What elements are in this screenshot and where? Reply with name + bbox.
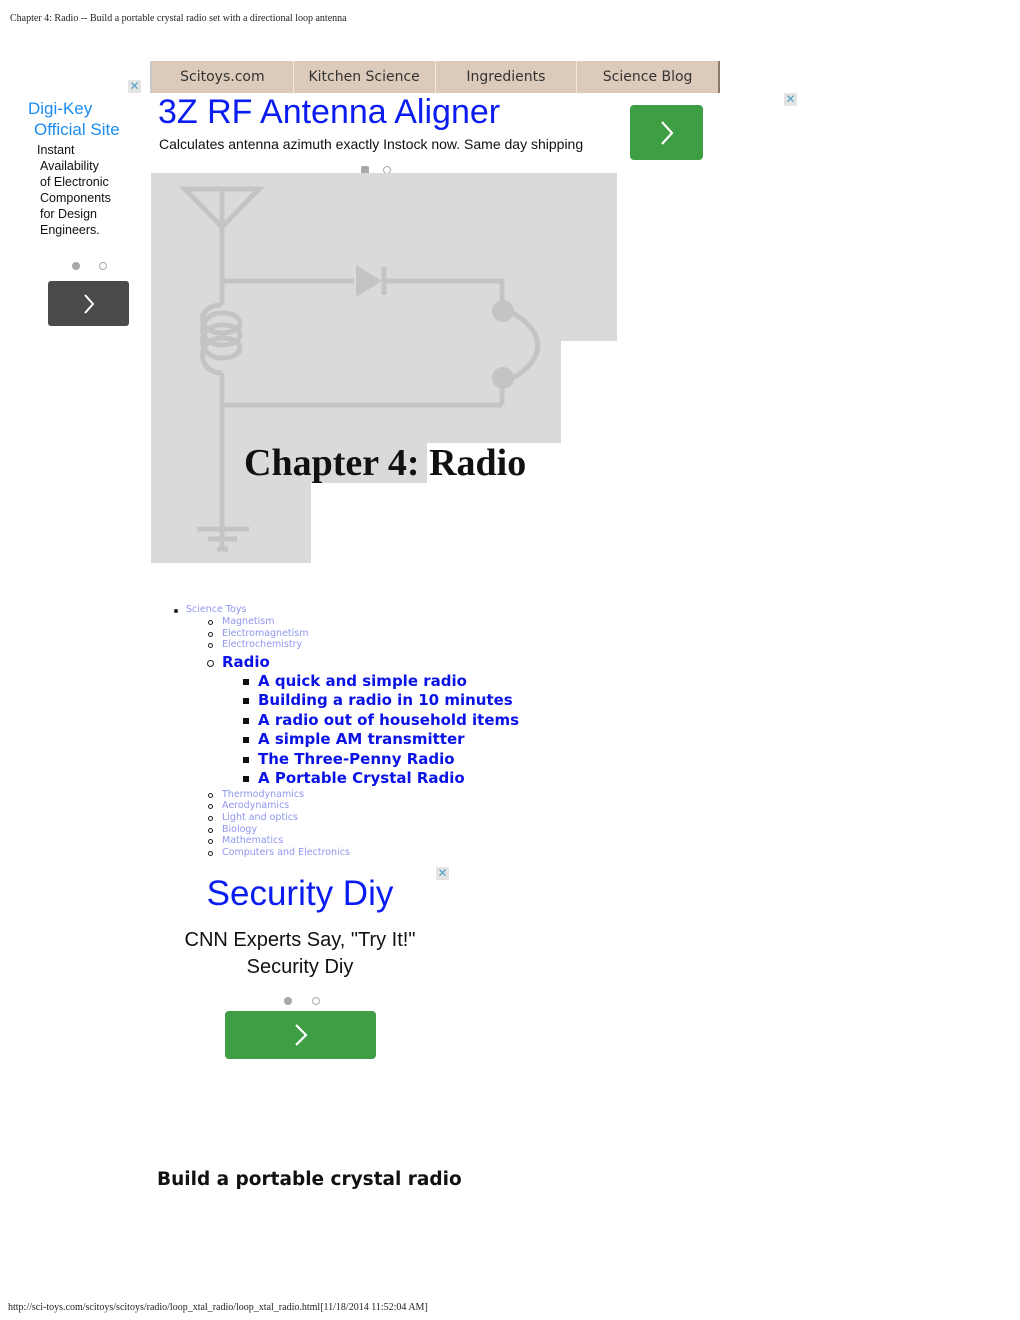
nav-link-am-transmitter[interactable]: A simple AM transmitter — [258, 730, 465, 748]
left-ad-body-line: of Electronic — [40, 175, 109, 189]
left-ad-body: Instant Availability of Electronic Compo… — [28, 142, 146, 238]
nav-tree-item: Thermodynamics — [206, 789, 519, 801]
nav-link-science-toys[interactable]: Science Toys — [186, 604, 246, 615]
bottom-ad-description-line1: CNN Experts Say, "Try It!" — [184, 929, 416, 951]
nav-tree-subitem: The Three-Penny Radio — [242, 750, 519, 770]
top-ad-description: Calculates antenna azimuth exactly Insto… — [159, 136, 584, 152]
chevron-right-icon — [660, 120, 673, 145]
earphone-bottom-icon — [492, 367, 514, 389]
nav-link-magnetism[interactable]: Magnetism — [222, 616, 274, 627]
left-ad-title[interactable]: Digi-Key Official Site — [28, 98, 146, 140]
nav-link-thermodynamics[interactable]: Thermodynamics — [222, 789, 304, 800]
carousel-dot-active[interactable] — [284, 997, 292, 1005]
nav-link-radio[interactable]: Radio — [222, 653, 270, 671]
nav-tab-kitchen-science[interactable]: Kitchen Science — [294, 61, 436, 93]
nav-link-mathematics[interactable]: Mathematics — [222, 835, 283, 846]
nav-tree-subitem: A quick and simple radio — [242, 672, 519, 692]
left-ad-carousel-dots — [72, 255, 108, 274]
nav-link-biology[interactable]: Biology — [222, 824, 257, 835]
left-ad-title-line2[interactable]: Official Site — [28, 119, 146, 140]
nav-tab-science-blog[interactable]: Science Blog — [577, 61, 718, 93]
nav-tree-item: Biology — [206, 824, 519, 836]
nav-link-light-optics[interactable]: Light and optics — [222, 812, 298, 823]
site-navigation-tree: Science Toys Magnetism Electromagnetism … — [170, 604, 519, 858]
nav-link-computers-electronics[interactable]: Computers and Electronics — [222, 847, 350, 858]
top-ad-next-button[interactable] — [630, 105, 703, 160]
nav-tree-item: Light and optics — [206, 812, 519, 824]
left-ad-title-line1[interactable]: Digi-Key — [28, 99, 92, 118]
left-ad: Digi-Key Official Site Instant Availabil… — [28, 98, 146, 238]
left-ad-body-line: Engineers. — [40, 223, 100, 237]
section-heading: Build a portable crystal radio — [157, 1169, 462, 1190]
carousel-dot[interactable] — [99, 262, 108, 270]
nav-tree-subitem: Building a radio in 10 minutes — [242, 691, 519, 711]
top-ad-close-icon[interactable]: ✕ — [784, 93, 797, 106]
nav-link-electromagnetism[interactable]: Electromagnetism — [222, 628, 308, 639]
left-ad-body-line: for Design — [40, 207, 97, 221]
page-print-title: Chapter 4: Radio -- Build a portable cry… — [10, 13, 347, 24]
chapter-hero-image: Chapter 4: Radio — [151, 173, 617, 593]
nav-tree-item: Electromagnetism — [206, 628, 519, 640]
top-ad-title[interactable]: 3Z RF Antenna Aligner — [158, 93, 500, 132]
earphone-top-icon — [492, 300, 514, 322]
nav-tree-subitem: A simple AM transmitter — [242, 730, 519, 750]
nav-tree-subitem: A Portable Crystal Radio — [242, 769, 519, 789]
nav-link-quick-simple-radio[interactable]: A quick and simple radio — [258, 672, 467, 690]
carousel-dot-active[interactable] — [72, 262, 80, 270]
left-ad-close-icon[interactable]: ✕ — [128, 80, 141, 93]
nav-tree-subitem: A radio out of household items — [242, 711, 519, 731]
nav-tree-item: Aerodynamics — [206, 800, 519, 812]
nav-tree-item-current: Radio A quick and simple radio Building … — [206, 653, 519, 789]
nav-link-radio-10-minutes[interactable]: Building a radio in 10 minutes — [258, 691, 513, 709]
bottom-ad-title[interactable]: Security Diy — [160, 874, 440, 914]
nav-tab-scitoys[interactable]: Scitoys.com — [152, 61, 294, 93]
left-ad-body-line: Availability — [40, 159, 99, 173]
bottom-ad-carousel-dots — [284, 990, 321, 1009]
nav-tree-item: Computers and Electronics — [206, 847, 519, 859]
radio-schematic-image: Chapter 4: Radio — [151, 173, 617, 563]
bottom-ad-description: CNN Experts Say, "Try It!" Security Diy — [160, 927, 440, 981]
chevron-right-icon — [294, 1024, 308, 1046]
page-print-footer: http://sci-toys.com/scitoys/scitoys/radi… — [8, 1302, 428, 1313]
nav-link-household-radio[interactable]: A radio out of household items — [258, 711, 519, 729]
left-ad-body-line: Components — [40, 191, 111, 205]
nav-link-aerodynamics[interactable]: Aerodynamics — [222, 800, 289, 811]
top-nav-bar: Scitoys.com Kitchen Science Ingredients … — [150, 61, 720, 93]
nav-tree-root: Science Toys Magnetism Electromagnetism … — [170, 604, 519, 858]
nav-tree-item: Mathematics — [206, 835, 519, 847]
nav-link-electrochemistry[interactable]: Electrochemistry — [222, 639, 302, 650]
nav-link-portable-crystal-radio[interactable]: A Portable Crystal Radio — [258, 769, 465, 787]
left-ad-body-line: Instant — [37, 143, 75, 157]
bottom-ad-next-button[interactable] — [225, 1011, 376, 1059]
left-ad-next-button[interactable] — [48, 281, 129, 326]
chapter-heading: Chapter 4: Radio — [244, 442, 526, 484]
nav-tree-item: Magnetism — [206, 616, 519, 628]
chevron-right-icon — [83, 293, 94, 314]
nav-tab-ingredients[interactable]: Ingredients — [436, 61, 578, 93]
carousel-dot[interactable] — [312, 997, 321, 1005]
nav-link-three-penny-radio[interactable]: The Three-Penny Radio — [258, 750, 455, 768]
nav-tree-item: Electrochemistry — [206, 639, 519, 651]
bottom-ad-description-line2: Security Diy — [246, 956, 354, 978]
